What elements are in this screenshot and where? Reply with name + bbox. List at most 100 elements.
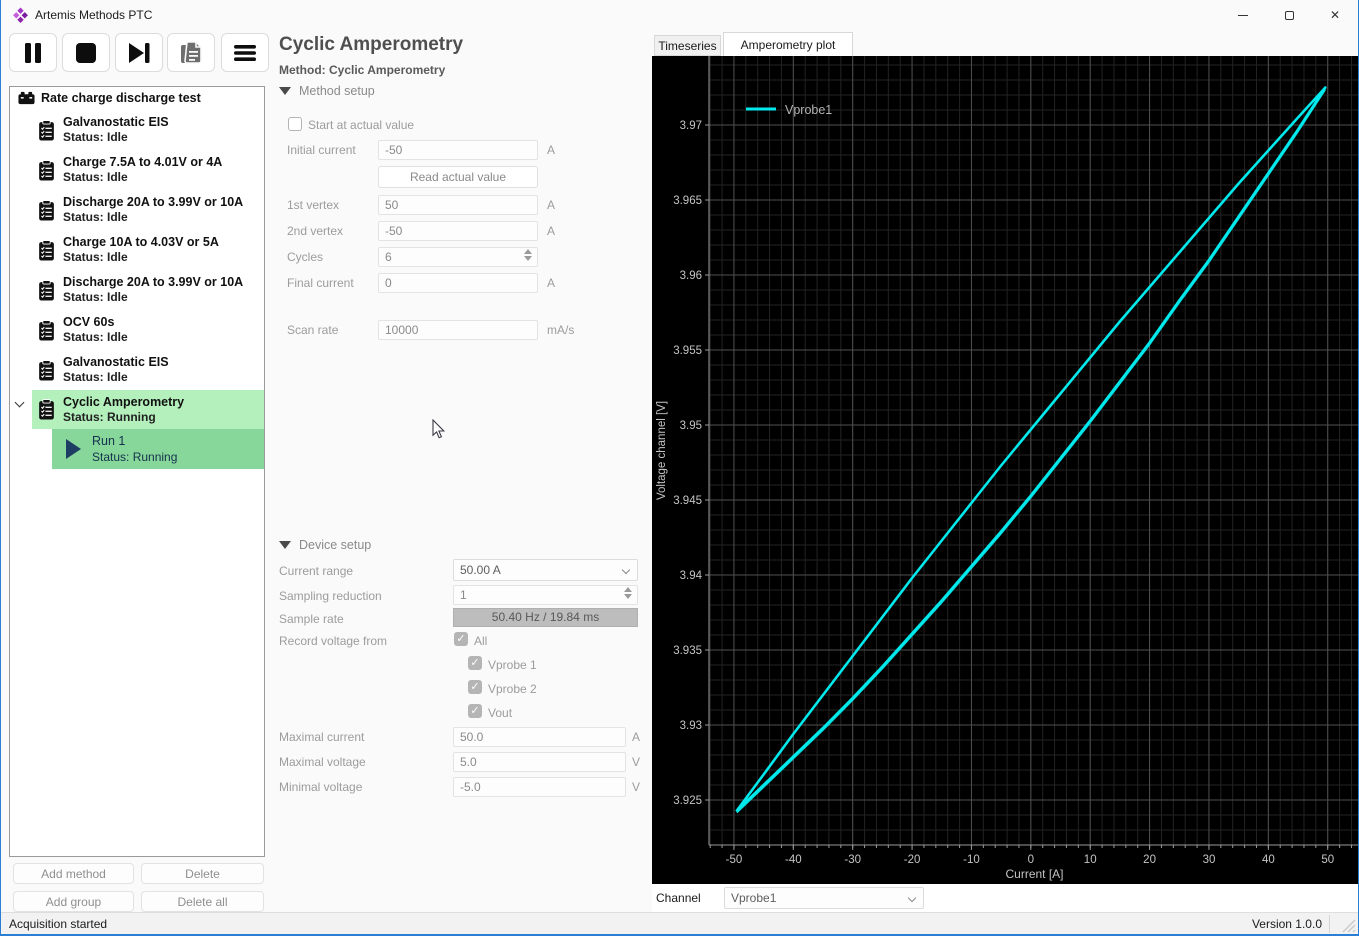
scan-rate-input[interactable] bbox=[378, 320, 538, 340]
svg-text:3.935: 3.935 bbox=[673, 645, 702, 657]
tree-item-title: Charge 7.5A to 4.01V or 4A bbox=[63, 155, 222, 170]
svg-text:-10: -10 bbox=[963, 854, 980, 866]
svg-text:3.945: 3.945 bbox=[673, 495, 702, 507]
current-range-dropdown[interactable]: 50.00 A bbox=[453, 559, 638, 581]
device-setup-section-header[interactable]: Device setup bbox=[279, 538, 371, 552]
tree-item[interactable]: Discharge 20A to 3.99V or 10AStatus: Idl… bbox=[38, 271, 243, 309]
tree-group-header[interactable]: Rate charge discharge test bbox=[18, 91, 201, 105]
tree-item[interactable]: Discharge 20A to 3.99V or 10AStatus: Idl… bbox=[38, 191, 243, 229]
x-axis-label: Current [A] bbox=[1005, 867, 1063, 881]
app-window: Artemis Methods PTC ✕ bbox=[0, 0, 1359, 936]
window-title: Artemis Methods PTC bbox=[35, 8, 152, 22]
sampling-reduction-label: Sampling reduction bbox=[279, 589, 382, 603]
second-vertex-label: 2nd vertex bbox=[287, 224, 343, 238]
read-actual-value-button[interactable]: Read actual value bbox=[378, 166, 538, 188]
record-voltage-from-label: Record voltage from bbox=[279, 634, 387, 648]
tree-run-item[interactable]: Run 1 Status: Running bbox=[52, 429, 264, 469]
maximize-button[interactable] bbox=[1266, 0, 1312, 30]
method-clipboard-icon bbox=[38, 200, 55, 221]
tab-amperometry-plot[interactable]: Amperometry plot bbox=[723, 32, 853, 56]
tree-expander-chevron[interactable] bbox=[16, 399, 23, 406]
final-current-input[interactable] bbox=[378, 273, 538, 293]
tree-item-title: Cyclic Amperometry bbox=[63, 395, 184, 410]
stop-icon bbox=[75, 42, 97, 64]
run-title: Run 1 bbox=[92, 433, 177, 449]
sample-rate-value: 50.40 Hz / 19.84 ms bbox=[453, 608, 638, 627]
copy-report-icon bbox=[178, 40, 204, 66]
tab-timeseries[interactable]: Timeseries bbox=[654, 35, 721, 56]
first-vertex-input[interactable] bbox=[378, 195, 538, 215]
status-bar: Acquisition started Version 1.0.0 bbox=[1, 912, 1358, 934]
stop-button[interactable] bbox=[62, 33, 110, 72]
sample-rate-label: Sample rate bbox=[279, 612, 344, 626]
record-all-label: All bbox=[474, 634, 487, 648]
spinner-up-icon bbox=[624, 587, 632, 592]
plot-tab-bar: Timeseries Amperometry plot bbox=[652, 32, 1359, 56]
maximal-current-input[interactable] bbox=[453, 727, 626, 747]
tree-item[interactable]: Charge 10A to 4.03V or 5AStatus: Idle bbox=[38, 231, 219, 269]
cycles-input[interactable] bbox=[378, 247, 538, 267]
method-clipboard-icon bbox=[38, 160, 55, 181]
record-vout-checkbox: ✓ bbox=[468, 704, 482, 718]
delete-all-button[interactable]: Delete all bbox=[141, 891, 264, 912]
svg-text:3.965: 3.965 bbox=[673, 195, 702, 207]
run-status: Status: Running bbox=[92, 449, 177, 465]
add-group-button[interactable]: Add group bbox=[13, 891, 134, 912]
status-text: Acquisition started bbox=[9, 917, 107, 931]
maximal-voltage-label: Maximal voltage bbox=[279, 755, 366, 769]
second-vertex-input[interactable] bbox=[378, 221, 538, 241]
sampling-reduction-input[interactable] bbox=[453, 585, 638, 605]
scan-rate-label: Scan rate bbox=[287, 323, 338, 337]
skip-next-button[interactable] bbox=[115, 33, 163, 72]
svg-text:30: 30 bbox=[1203, 854, 1216, 866]
start-at-actual-checkbox[interactable] bbox=[288, 117, 302, 131]
menu-button[interactable] bbox=[221, 33, 269, 72]
add-method-button[interactable]: Add method bbox=[13, 863, 134, 884]
cycles-spinner[interactable] bbox=[522, 249, 534, 261]
pause-icon bbox=[23, 42, 43, 64]
method-clipboard-icon bbox=[38, 320, 55, 341]
skip-next-icon bbox=[127, 42, 151, 64]
channel-value: Vprobe1 bbox=[731, 891, 776, 905]
initial-current-input[interactable] bbox=[378, 140, 538, 160]
battery-icon bbox=[18, 91, 35, 105]
method-subtitle: Method: Cyclic Amperometry bbox=[279, 63, 445, 77]
menu-icon bbox=[233, 44, 257, 62]
svg-text:50: 50 bbox=[1321, 854, 1334, 866]
channel-row: Channel Vprobe1 bbox=[652, 884, 1359, 912]
tree-item[interactable]: OCV 60sStatus: Idle bbox=[38, 311, 128, 349]
minimize-button[interactable] bbox=[1220, 0, 1266, 30]
record-all-checkbox: ✓ bbox=[454, 632, 468, 646]
amperometry-chart: -50-40-30-20-10010203040503.9253.933.935… bbox=[652, 56, 1359, 884]
scan-rate-unit: mA/s bbox=[547, 323, 574, 337]
record-vprobe1-checkbox: ✓ bbox=[468, 656, 482, 670]
resize-grip[interactable] bbox=[1342, 919, 1356, 933]
initial-current-unit: A bbox=[547, 143, 555, 157]
tree-item-selected[interactable]: Cyclic AmperometryStatus: Running bbox=[32, 390, 264, 429]
tree-item[interactable]: Charge 7.5A to 4.01V or 4AStatus: Idle bbox=[38, 151, 222, 189]
copy-report-button[interactable] bbox=[167, 33, 215, 72]
tree-item[interactable]: Galvanostatic EISStatus: Idle bbox=[38, 351, 169, 389]
method-clipboard-icon bbox=[38, 120, 55, 141]
spinner-down-icon bbox=[524, 256, 532, 261]
first-vertex-unit: A bbox=[547, 198, 555, 212]
channel-dropdown[interactable]: Vprobe1 bbox=[724, 887, 924, 909]
sampling-reduction-spinner[interactable] bbox=[622, 587, 634, 599]
pause-button[interactable] bbox=[9, 33, 57, 72]
delete-button[interactable]: Delete bbox=[141, 863, 264, 884]
final-current-unit: A bbox=[547, 276, 555, 290]
maximal-voltage-input[interactable] bbox=[453, 752, 626, 772]
minimal-voltage-input[interactable] bbox=[453, 777, 626, 797]
cycles-label: Cycles bbox=[287, 250, 323, 264]
svg-text:40: 40 bbox=[1262, 854, 1275, 866]
channel-label: Channel bbox=[656, 891, 701, 905]
first-vertex-label: 1st vertex bbox=[287, 198, 339, 212]
record-vprobe1-label: Vprobe 1 bbox=[488, 658, 537, 672]
maximize-icon bbox=[1285, 11, 1294, 20]
close-button[interactable]: ✕ bbox=[1312, 0, 1358, 30]
minimal-voltage-label: Minimal voltage bbox=[279, 780, 362, 794]
tree-item[interactable]: Galvanostatic EISStatus: Idle bbox=[38, 111, 169, 149]
method-clipboard-icon bbox=[38, 240, 55, 261]
version-text: Version 1.0.0 bbox=[1252, 917, 1322, 931]
method-setup-section-header[interactable]: Method setup bbox=[279, 84, 375, 98]
